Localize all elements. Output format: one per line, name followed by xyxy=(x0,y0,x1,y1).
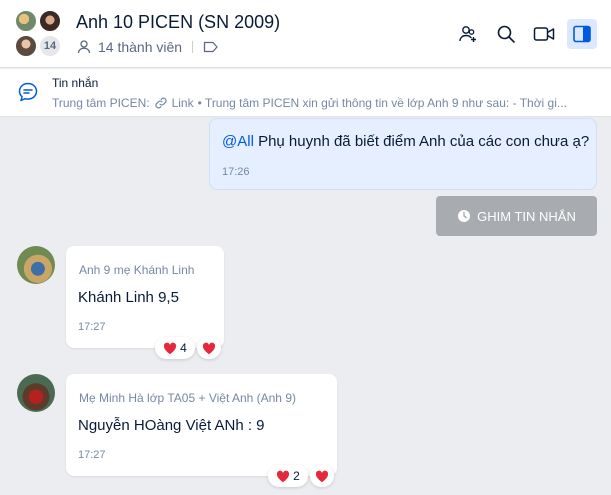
search-button[interactable] xyxy=(491,19,521,49)
search-icon xyxy=(497,25,515,43)
add-member-icon xyxy=(459,26,476,42)
message-text: Nguyễn HOàng Việt ANh : 9 xyxy=(78,417,265,434)
message-text: Khánh Linh 9,5 xyxy=(78,289,179,306)
message-body: Phụ huynh đã biết điểm Anh của các con c… xyxy=(253,133,590,150)
member-avatar xyxy=(38,9,62,33)
link-icon xyxy=(154,97,167,109)
sender-avatar[interactable] xyxy=(17,374,55,412)
pinned-preview: Trung tâm PICEN: Link • Trung tâm PICEN … xyxy=(52,96,608,110)
heart-icon xyxy=(315,470,329,482)
user-icon xyxy=(77,40,91,54)
react-button[interactable] xyxy=(310,465,334,487)
members-link[interactable]: 14 thành viên xyxy=(98,39,182,55)
sender-name[interactable]: Anh 9 mẹ Khánh Linh xyxy=(79,263,194,277)
pinned-message-bar[interactable]: Tin nhắn Trung tâm PICEN: Link • Trung t… xyxy=(0,69,611,117)
message-time: 17:26 xyxy=(222,166,250,178)
header-actions xyxy=(453,19,597,49)
message-bubble[interactable]: Anh 9 mẹ Khánh Linh Khánh Linh 9,5 17:27 xyxy=(66,246,224,348)
message-bubble[interactable]: Mẹ Minh Hà lớp TA05 + Việt Anh (Anh 9) N… xyxy=(66,374,337,476)
video-call-button[interactable] xyxy=(529,19,559,49)
add-member-button[interactable] xyxy=(453,19,483,49)
pinned-link-label: Link xyxy=(171,96,194,110)
divider xyxy=(192,41,194,53)
sender-avatar[interactable] xyxy=(17,246,55,284)
sidebar-toggle-button[interactable] xyxy=(567,19,597,49)
sidebar-toggle-icon xyxy=(573,25,591,43)
chat-bubble-icon xyxy=(18,82,38,102)
message-text: @All Phụ huynh đã biết điểm Anh của các … xyxy=(222,133,589,150)
react-button[interactable] xyxy=(197,337,221,359)
tag-icon[interactable] xyxy=(203,40,219,54)
reaction-summary[interactable]: 4 xyxy=(155,337,195,359)
pinned-title: Tin nhắn xyxy=(52,76,99,90)
clock-icon xyxy=(458,210,471,222)
member-avatar xyxy=(14,9,38,33)
group-title[interactable]: Anh 10 PICEN (SN 2009) xyxy=(76,12,280,33)
pinned-source: Trung tâm PICEN: xyxy=(52,96,150,110)
video-call-icon xyxy=(533,27,555,41)
member-count-badge: 14 xyxy=(38,34,62,58)
heart-icon xyxy=(202,342,216,354)
pin-message-label: GHIM TIN NHẮN xyxy=(477,208,576,224)
heart-icon xyxy=(164,342,177,354)
pinned-preview-text: • Trung tâm PICEN xin gửi thông tin về l… xyxy=(197,96,567,110)
member-avatar xyxy=(14,34,38,58)
reaction-count: 2 xyxy=(293,469,300,483)
chat-header: 14 Anh 10 PICEN (SN 2009) 14 thành viên xyxy=(0,0,611,68)
message-list[interactable]: @All Phụ huynh đã biết điểm Anh của các … xyxy=(0,118,611,495)
message-time: 17:27 xyxy=(78,321,106,333)
mention-all[interactable]: @All xyxy=(222,133,254,150)
pin-message-button[interactable]: GHIM TIN NHẮN xyxy=(436,196,597,236)
members-row: 14 thành viên xyxy=(76,39,219,55)
my-message[interactable]: @All Phụ huynh đã biết điểm Anh của các … xyxy=(209,118,597,190)
sender-name[interactable]: Mẹ Minh Hà lớp TA05 + Việt Anh (Anh 9) xyxy=(79,391,296,405)
reaction-summary[interactable]: 2 xyxy=(268,465,308,487)
message-time: 17:27 xyxy=(78,449,106,461)
reaction-count: 4 xyxy=(180,341,187,355)
heart-icon xyxy=(277,470,290,482)
group-avatar[interactable]: 14 xyxy=(14,9,66,61)
